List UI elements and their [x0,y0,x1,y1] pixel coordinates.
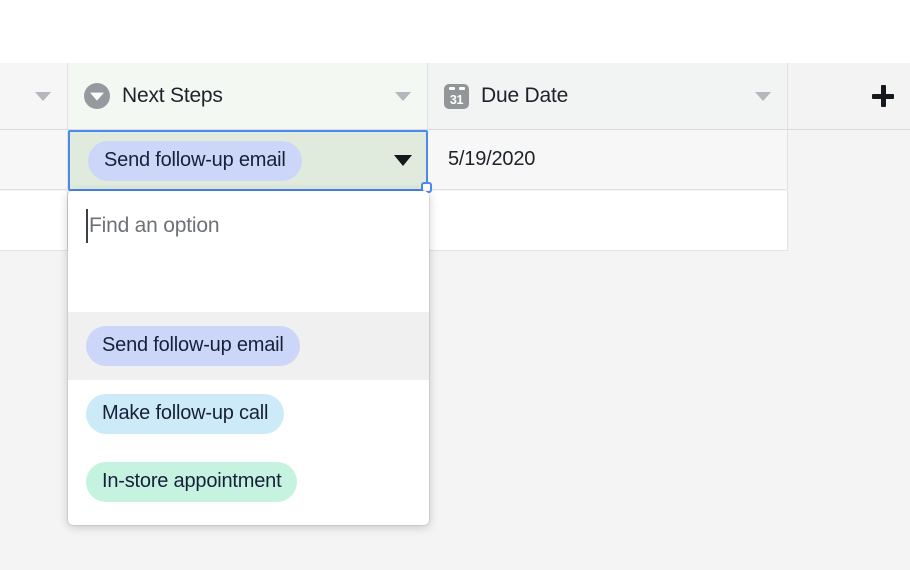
add-field-column [788,63,910,129]
column-header-row: Next Steps 31 Due Date [0,63,910,130]
chevron-down-icon[interactable] [395,91,411,101]
column-header-next-steps[interactable]: Next Steps [68,63,428,129]
cell-partial-left-row1[interactable] [0,130,68,190]
select-option-pill: Make follow-up call [86,394,285,434]
cell-due-date-row2[interactable] [428,191,788,251]
calendar-icon-day: 31 [449,93,464,107]
dropdown-option-make-follow-up-call[interactable]: Make follow-up call [68,380,429,448]
table-row: Send follow-up email 5/19/2020 [0,130,910,191]
column-header-label-next-steps: Next Steps [122,84,223,107]
cell-next-steps-row1[interactable]: Send follow-up email [68,130,428,191]
cell-due-date-row1[interactable]: 5/19/2020 [428,130,788,190]
dropdown-option-list: Send follow-up email Make follow-up call… [68,312,429,516]
column-header-due-date[interactable]: 31 Due Date [428,63,788,129]
select-option-pill: Send follow-up email [86,326,300,366]
add-field-button[interactable] [868,81,898,111]
cell-tail-row1 [788,130,910,190]
dropdown-search-area[interactable]: Find an option [68,191,429,312]
dropdown-option-send-follow-up-email[interactable]: Send follow-up email [68,312,429,380]
select-option-pill: Send follow-up email [88,140,302,181]
chevron-down-icon[interactable] [35,91,51,101]
cell-tail-row2 [788,191,910,251]
open-select-editor-caret-icon[interactable] [394,155,412,166]
chevron-down-icon[interactable] [755,91,771,101]
column-header-label-due-date: Due Date [481,84,569,107]
cell-partial-left-row2[interactable] [0,191,68,251]
dropdown-option-in-store-appointment[interactable]: In-store appointment [68,448,429,516]
cell-due-date-value: 5/19/2020 [448,148,536,170]
select-option-pill: In-store appointment [86,462,298,502]
text-cursor-icon [86,209,88,243]
search-input-placeholder[interactable]: Find an option [89,214,219,238]
column-header-partial-left[interactable] [0,63,68,129]
select-option-dropdown: Find an option Send follow-up email Make… [68,191,429,525]
calendar-icon: 31 [444,83,469,109]
spreadsheet-grid-screen: Next Steps 31 Due Date Send follow-up em… [0,0,910,570]
single-select-icon [84,83,110,109]
